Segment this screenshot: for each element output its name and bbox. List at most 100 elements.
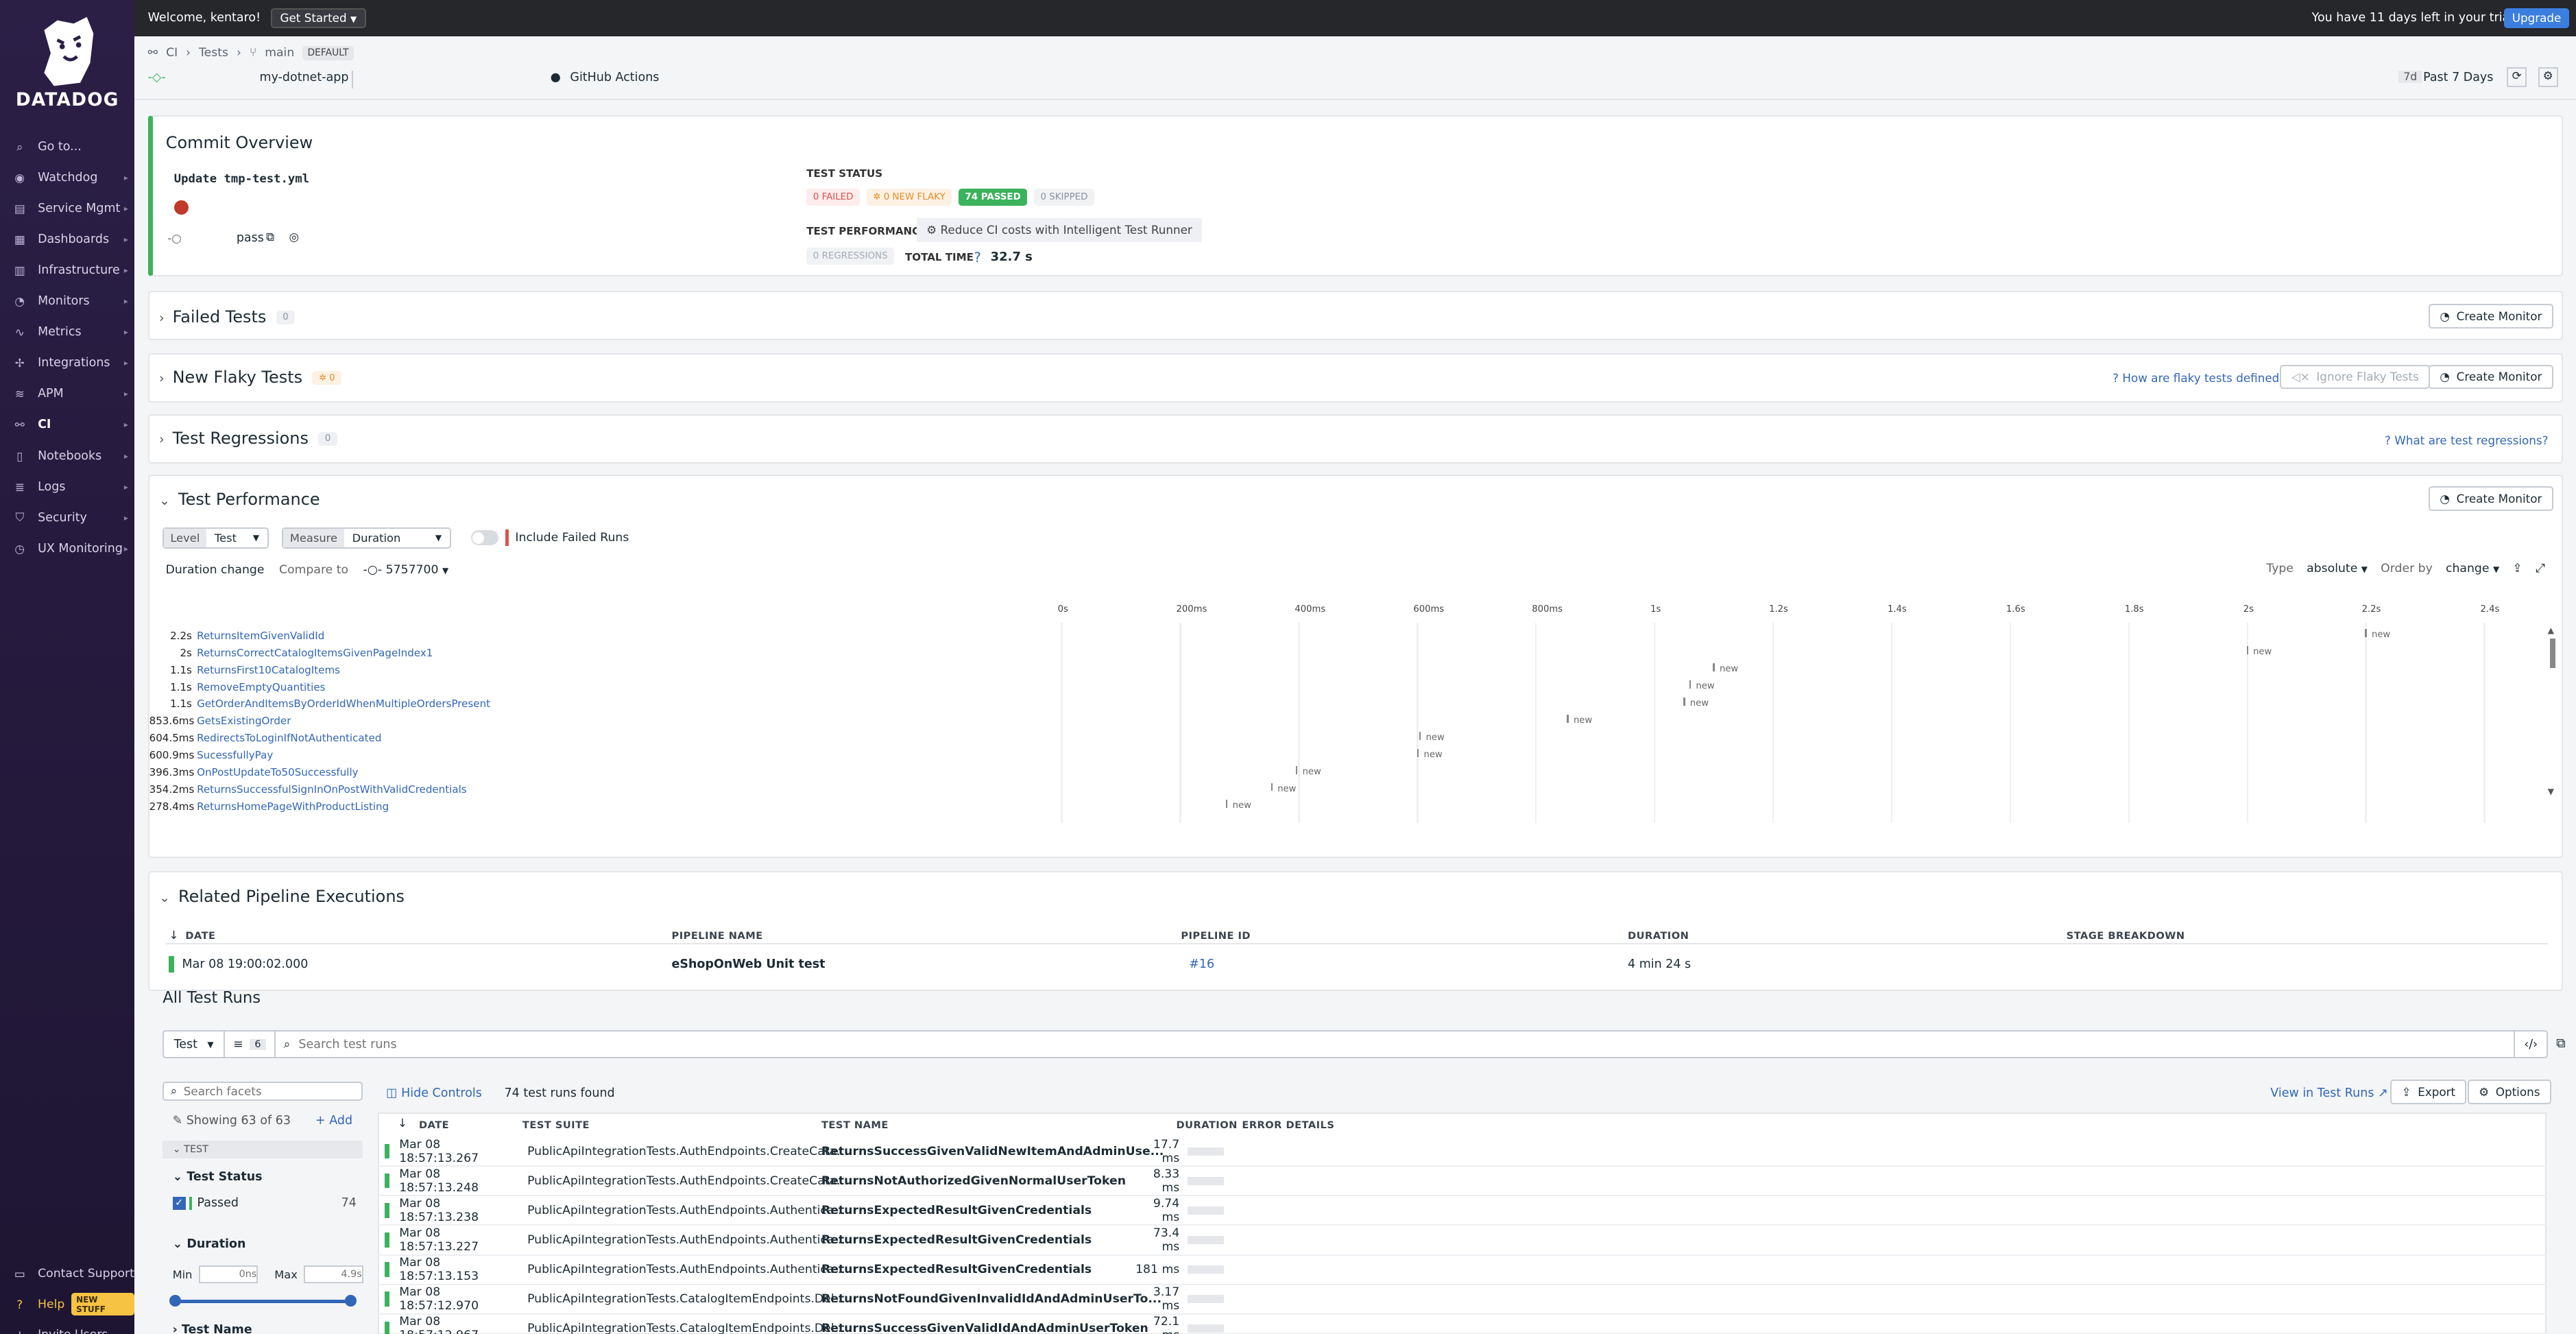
duration-mark[interactable]: new bbox=[1417, 748, 1443, 760]
col-test-name[interactable]: TEST NAME bbox=[821, 1119, 889, 1131]
duration-mark[interactable]: new bbox=[1271, 783, 1296, 794]
col-date[interactable]: DATE bbox=[185, 930, 215, 942]
sidebar-item-service-mgmt[interactable]: ▤ Service Mgmt ▸ bbox=[0, 193, 134, 224]
slider-handle-max[interactable] bbox=[345, 1295, 357, 1307]
table-row[interactable]: Mar 08 18:57:12.967 PublicApiIntegrationT… bbox=[378, 1315, 2547, 1334]
sidebar-item-integrations[interactable]: ✢ Integrations ▸ bbox=[0, 348, 134, 379]
duration-mark[interactable]: new bbox=[1419, 731, 1445, 743]
chart-scrollbar[interactable]: ▲ ▼ bbox=[2548, 626, 2557, 807]
col-test-suite[interactable]: TEST SUITE bbox=[522, 1119, 590, 1131]
sidebar-item-go-to[interactable]: ⌕ Go to... bbox=[0, 132, 134, 163]
include-failed-toggle[interactable] bbox=[470, 530, 499, 546]
row-test-name[interactable]: RedirectsToLoginIfNotAuthenticated bbox=[197, 732, 381, 744]
facet-test-status[interactable]: ⌄ Test Status bbox=[173, 1170, 263, 1184]
timerange-picker[interactable]: Past 7 Days bbox=[2423, 71, 2493, 84]
code-icon[interactable]: ‹/› bbox=[2514, 1032, 2547, 1057]
scroll-down-icon[interactable]: ▼ bbox=[2548, 787, 2557, 796]
gear-icon[interactable]: ⚙ bbox=[2538, 67, 2558, 87]
level-select[interactable]: Level Test ▼ bbox=[162, 527, 269, 549]
facet-duration[interactable]: ⌄ Duration bbox=[173, 1237, 246, 1251]
ignore-flaky-button[interactable]: ◁× Ignore Flaky Tests bbox=[2280, 364, 2431, 390]
row-test-name[interactable]: ReturnsCorrectCatalogItemsGivenPageIndex… bbox=[197, 647, 433, 659]
search-input[interactable] bbox=[298, 1037, 2514, 1051]
max-input[interactable] bbox=[304, 1265, 363, 1284]
create-monitor-button[interactable]: ◔ Create Monitor bbox=[2429, 364, 2553, 390]
facet-passed[interactable]: ✓ Passed 74 bbox=[172, 1196, 357, 1210]
col-duration[interactable]: DURATION bbox=[1177, 1119, 1238, 1131]
duration-mark[interactable]: new bbox=[1713, 663, 1738, 674]
sidebar-item-ux-monitoring[interactable]: ◷ UX Monitoring ▸ bbox=[0, 533, 134, 564]
row-test-name[interactable]: ReturnsFirst10CatalogItems bbox=[197, 664, 340, 676]
chart-row[interactable]: 2.2s ReturnsItemGivenValidId bbox=[149, 628, 324, 644]
create-monitor-button[interactable]: ◔ Create Monitor bbox=[2429, 303, 2553, 329]
row-test-name[interactable]: SucessfullyPay bbox=[197, 749, 273, 761]
col-error-details[interactable]: ERROR DETAILS bbox=[1242, 1119, 1334, 1131]
chart-row[interactable]: 604.5ms RedirectsToLoginIfNotAuthenticate… bbox=[149, 730, 382, 746]
chevron-down-icon[interactable]: ⌄ bbox=[159, 890, 170, 905]
sidebar-item-logs[interactable]: ≣ Logs ▸ bbox=[0, 471, 134, 502]
new-flaky-tests-section[interactable]: › New Flaky Tests ✲ 0 ? How are flaky test… bbox=[147, 353, 2563, 403]
regressions-help-link[interactable]: ? What are test regressions? bbox=[2385, 433, 2549, 447]
table-row[interactable]: Mar 08 18:57:13.248 PublicApiIntegrationT… bbox=[378, 1167, 2547, 1197]
sidebar-item-apm[interactable]: ≋ APM ▸ bbox=[0, 379, 134, 409]
sidebar-item-security[interactable]: ⛉ Security ▸ bbox=[0, 502, 134, 533]
compare-commit-select[interactable]: -○- 5757700 ▼ bbox=[363, 563, 449, 577]
col-duration[interactable]: DURATION bbox=[1628, 930, 1689, 942]
add-facet-button[interactable]: + Add bbox=[315, 1114, 352, 1128]
chevron-down-icon[interactable]: ⌄ bbox=[159, 492, 170, 508]
breadcrumb-tests[interactable]: Tests bbox=[199, 46, 228, 60]
breadcrumb-ci[interactable]: CI bbox=[166, 46, 178, 60]
duration-mark[interactable]: new bbox=[1683, 697, 1709, 708]
col-pipeline-name[interactable]: PIPELINE NAME bbox=[672, 930, 763, 942]
copy-icon[interactable]: ⧉ bbox=[2556, 1035, 2566, 1051]
row-test-name[interactable]: ReturnsSuccessfulSignInOnPostWithValidCr… bbox=[197, 783, 467, 796]
row-test-name[interactable]: GetOrderAndItemsByOrderIdWhenMultipleOrd… bbox=[197, 698, 490, 710]
facet-test-name[interactable]: › Test Name bbox=[173, 1323, 252, 1334]
duration-mark[interactable]: new bbox=[1567, 714, 1592, 726]
pipeline-row[interactable]: Mar 08 19:00:02.000 eShopOnWeb Unit test… bbox=[166, 948, 2548, 981]
measure-select[interactable]: Measure Duration ▼ bbox=[282, 527, 452, 549]
upgrade-button[interactable]: Upgrade bbox=[2503, 8, 2570, 29]
chart-row[interactable]: 396.3ms OnPostUpdateTo50Successfully bbox=[149, 764, 359, 781]
row-test-name[interactable]: GetsExistingOrder bbox=[197, 715, 291, 727]
failed-badge[interactable]: 0 FAILED bbox=[806, 189, 860, 206]
table-row[interactable]: Mar 08 18:57:12.970 PublicApiIntegrationT… bbox=[378, 1285, 2547, 1315]
sidebar-item-ci[interactable]: ⚯ CI ▸ bbox=[0, 409, 134, 440]
row-test-name[interactable]: RemoveEmptyQuantities bbox=[197, 681, 325, 693]
chart-row[interactable]: 853.6ms GetsExistingOrder bbox=[149, 713, 291, 729]
row-test-name[interactable]: ReturnsHomePageWithProductListing bbox=[197, 800, 389, 813]
duration-mark[interactable]: new bbox=[1296, 765, 1321, 777]
sort-down-icon[interactable]: ↓ bbox=[169, 928, 178, 942]
table-row[interactable]: Mar 08 18:57:13.227 PublicApiIntegrationT… bbox=[378, 1226, 2547, 1256]
view-in-test-runs-link[interactable]: View in Test Runs ↗ bbox=[2270, 1086, 2387, 1100]
sidebar-item-watchdog[interactable]: ◉ Watchdog ▸ bbox=[0, 163, 134, 193]
filter-button[interactable]: ≡ 6 bbox=[225, 1032, 276, 1057]
hide-controls-button[interactable]: ◫ Hide Controls bbox=[386, 1086, 482, 1100]
scope-select[interactable]: Test ▼ bbox=[164, 1032, 225, 1057]
create-monitor-button[interactable]: ◔ Create Monitor bbox=[2429, 486, 2553, 511]
help-link[interactable]: ? Help NEW STUFF bbox=[0, 1289, 135, 1320]
duration-mark[interactable]: new bbox=[1226, 800, 1251, 811]
sidebar-item-dashboards[interactable]: ▦ Dashboards ▸ bbox=[0, 224, 134, 255]
chart-row[interactable]: 2s ReturnsCorrectCatalogItemsGivenPageInd… bbox=[149, 645, 433, 661]
col-date[interactable]: DATE bbox=[419, 1119, 449, 1131]
options-button[interactable]: ⚙ Options bbox=[2467, 1080, 2551, 1105]
table-row[interactable]: Mar 08 18:57:13.153 PublicApiIntegrationT… bbox=[378, 1256, 2547, 1285]
col-stage-breakdown[interactable]: STAGE BREAKDOWN bbox=[2067, 930, 2185, 942]
duration-mark[interactable]: new bbox=[2365, 629, 2390, 640]
datadog-logo[interactable]: DATADOG bbox=[0, 0, 134, 115]
chart-row[interactable]: 1.1s RemoveEmptyQuantities bbox=[149, 679, 325, 695]
repo-name[interactable]: my-dotnet-app bbox=[260, 71, 349, 84]
facet-group-test[interactable]: ⌄ TEST bbox=[162, 1140, 363, 1159]
checkbox-checked[interactable]: ✓ bbox=[172, 1196, 186, 1210]
skipped-badge[interactable]: 0 SKIPPED bbox=[1033, 189, 1095, 206]
get-started-button[interactable]: Get Started ▼ bbox=[270, 8, 367, 28]
invite-users-link[interactable]: + Invite Users bbox=[0, 1320, 134, 1334]
scroll-up-icon[interactable]: ▲ bbox=[2548, 626, 2557, 635]
table-row[interactable]: Mar 08 18:57:13.238 PublicApiIntegrationT… bbox=[378, 1196, 2547, 1226]
chart-row[interactable]: 1.1s ReturnsFirst10CatalogItems bbox=[149, 662, 340, 678]
sidebar-item-notebooks[interactable]: ▯ Notebooks ▸ bbox=[0, 440, 134, 471]
min-input[interactable] bbox=[199, 1265, 258, 1284]
copy-icon[interactable]: ⧉ bbox=[266, 230, 274, 244]
help-icon[interactable]: ? bbox=[974, 250, 981, 265]
